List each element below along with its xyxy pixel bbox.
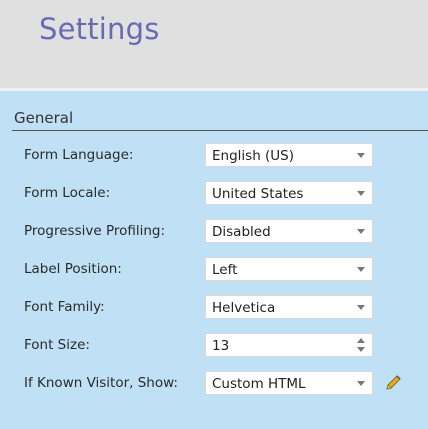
font-size-row: Font Size: 13 (0, 333, 428, 357)
general-settings-panel: General Form Language: English (US) Form… (0, 91, 428, 429)
label-position-select[interactable]: Left (205, 257, 373, 281)
section-divider (12, 130, 428, 131)
progressive-profiling-select[interactable]: Disabled (205, 219, 373, 243)
form-language-row: Form Language: English (US) (0, 143, 428, 167)
progressive-profiling-row: Progressive Profiling: Disabled (0, 219, 428, 243)
chevron-down-icon[interactable] (357, 305, 365, 310)
known-visitor-select[interactable]: Custom HTML (205, 371, 373, 395)
font-family-row: Font Family: Helvetica (0, 295, 428, 319)
form-locale-row: Form Locale: United States (0, 181, 428, 205)
form-locale-select[interactable]: United States (205, 181, 373, 205)
progressive-profiling-value: Disabled (212, 224, 271, 240)
known-visitor-row: If Known Visitor, Show: Custom HTML (0, 371, 428, 395)
spin-up-icon[interactable] (357, 338, 365, 343)
page-title: Settings (39, 12, 160, 46)
form-language-select[interactable]: English (US) (205, 143, 373, 167)
chevron-down-icon[interactable] (357, 191, 365, 196)
chevron-down-icon[interactable] (357, 267, 365, 272)
font-family-label: Font Family: (24, 299, 105, 315)
font-size-value: 13 (212, 338, 230, 354)
spin-down-icon[interactable] (357, 347, 365, 352)
spinner-arrows-icon[interactable] (356, 338, 366, 354)
label-position-value: Left (212, 262, 238, 278)
form-language-value: English (US) (212, 148, 295, 164)
section-title-general: General (14, 109, 74, 127)
font-family-value: Helvetica (212, 300, 276, 316)
font-size-stepper[interactable]: 13 (205, 333, 373, 357)
font-family-select[interactable]: Helvetica (205, 295, 373, 319)
known-visitor-value: Custom HTML (212, 376, 306, 392)
form-language-label: Form Language: (24, 147, 134, 163)
label-position-label: Label Position: (24, 261, 122, 277)
pencil-icon[interactable] (383, 373, 403, 393)
font-size-label: Font Size: (24, 337, 90, 353)
form-locale-label: Form Locale: (24, 185, 111, 201)
chevron-down-icon[interactable] (357, 229, 365, 234)
settings-header: Settings (0, 0, 428, 91)
form-locale-value: United States (212, 186, 304, 202)
progressive-profiling-label: Progressive Profiling: (24, 223, 166, 239)
label-position-row: Label Position: Left (0, 257, 428, 281)
known-visitor-label: If Known Visitor, Show: (24, 375, 178, 391)
chevron-down-icon[interactable] (357, 381, 365, 386)
chevron-down-icon[interactable] (357, 153, 365, 158)
